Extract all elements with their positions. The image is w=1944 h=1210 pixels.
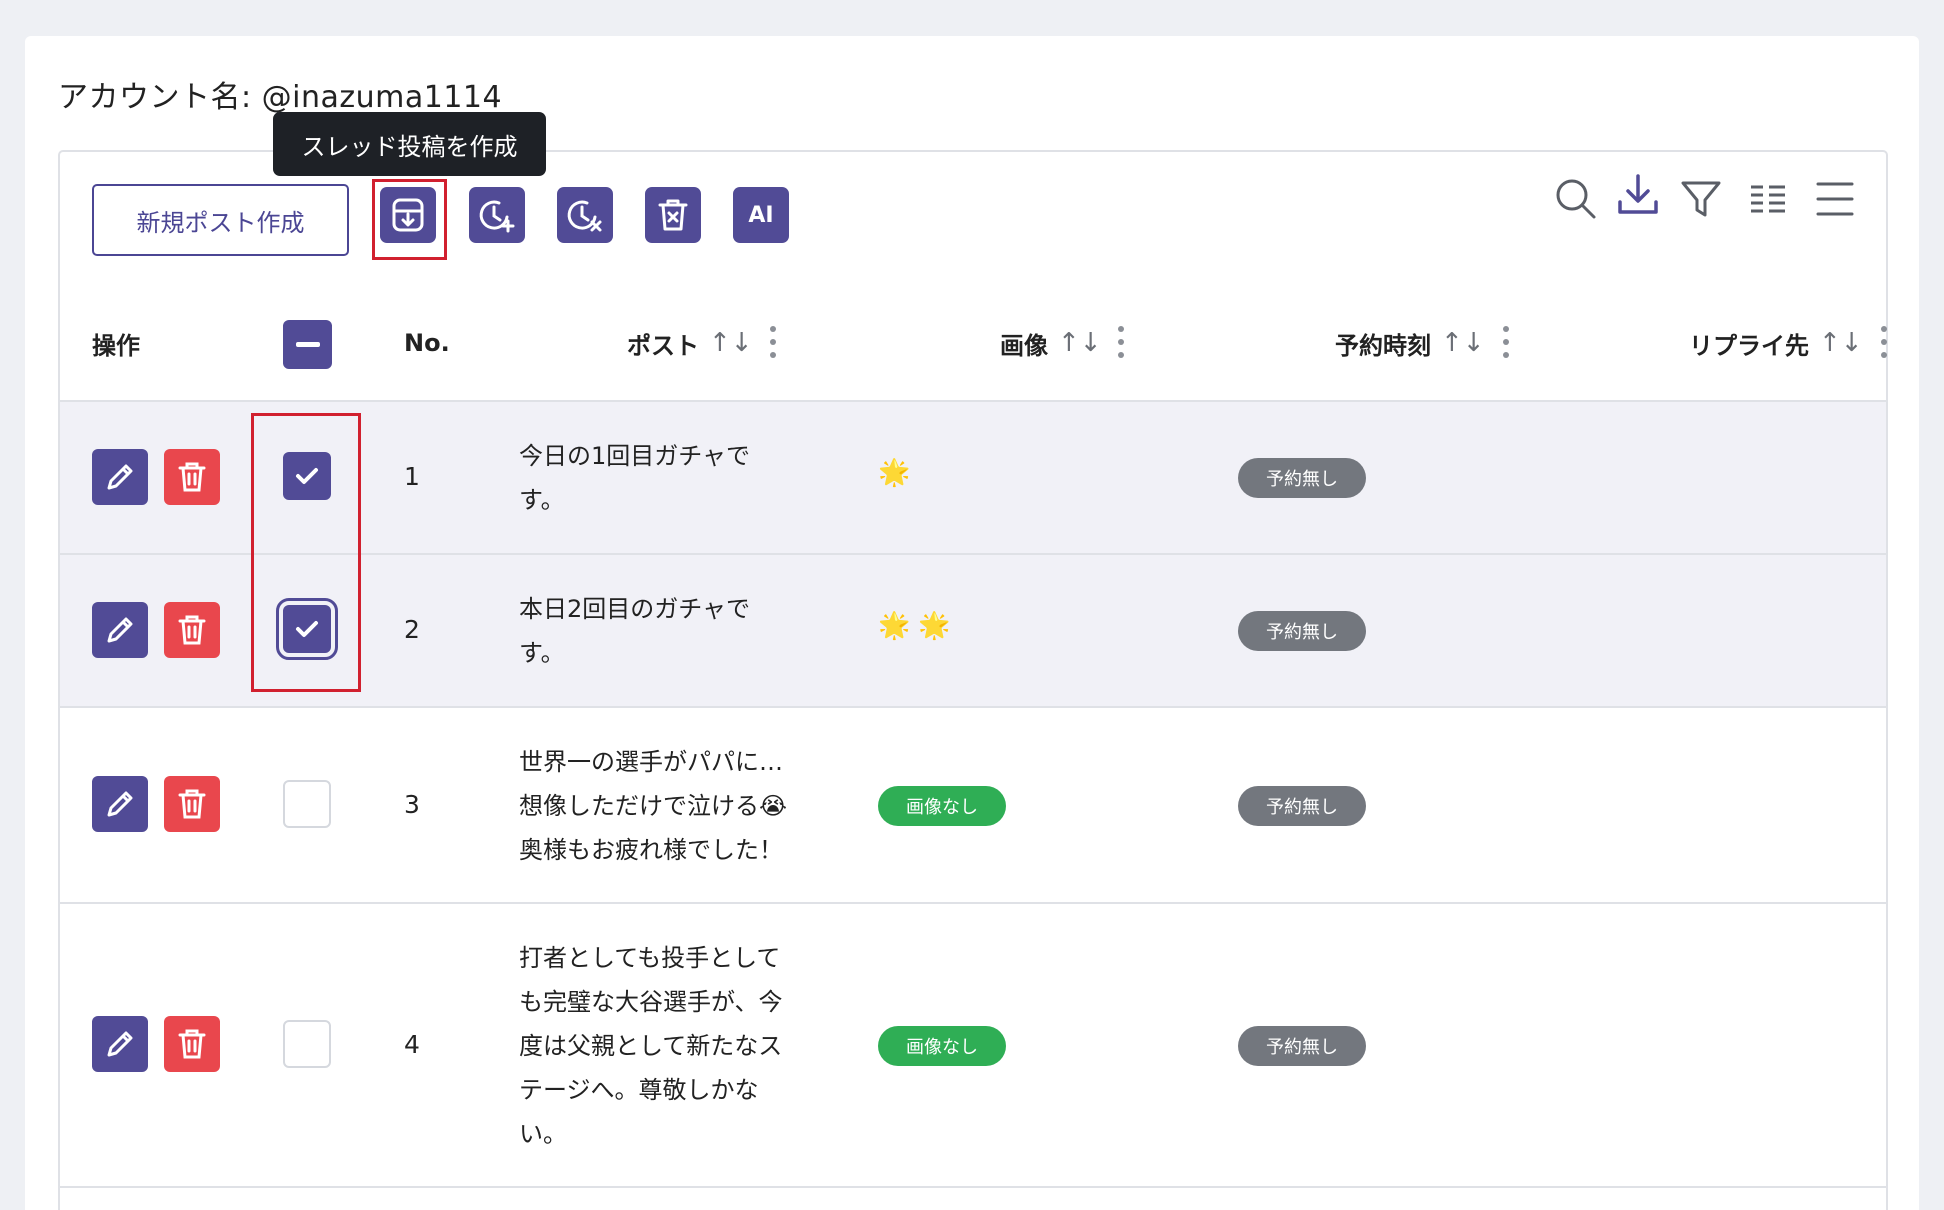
delete-button[interactable]: [164, 449, 220, 505]
trash-icon: [178, 615, 206, 645]
filter-icon[interactable]: [1678, 176, 1724, 222]
column-header-post-label: ポスト: [627, 331, 699, 360]
clock-x-icon: [567, 200, 602, 232]
download-icon[interactable]: [1615, 172, 1661, 218]
clock-plus-icon: [479, 200, 515, 233]
row-number: 4: [404, 1030, 420, 1059]
pencil-icon: [107, 617, 133, 643]
column-header-image[interactable]: 画像 ↑↓: [1000, 325, 1102, 361]
search-icon[interactable]: [1553, 176, 1599, 222]
row-number: 2: [404, 615, 420, 644]
row-checkbox[interactable]: [283, 780, 331, 828]
no-image-badge: 画像なし: [878, 1026, 1006, 1066]
highlight-box-checked-rows: [251, 413, 361, 692]
schedule-badge: 予約無し: [1238, 458, 1366, 498]
pencil-icon: [107, 1031, 133, 1057]
trash-icon: [178, 789, 206, 819]
column-menu-icon[interactable]: [1502, 326, 1510, 360]
minus-icon: [295, 342, 320, 347]
sort-icon[interactable]: ↑↓: [1441, 328, 1485, 358]
schedule-badge: 予約無し: [1238, 786, 1366, 826]
post-text: 本日2回目のガチャで す。: [519, 595, 751, 667]
select-all-checkbox[interactable]: [283, 320, 332, 369]
remove-schedule-button[interactable]: [557, 187, 613, 243]
column-header-reply-label: リプライ先: [1689, 331, 1809, 360]
column-header-schedule-label: 予約時刻: [1335, 331, 1431, 360]
column-header-reply[interactable]: リプライ先 ↑↓: [1689, 325, 1863, 361]
row-number: 3: [404, 790, 420, 819]
schedule-badge: 予約無し: [1238, 1026, 1366, 1066]
column-menu-icon[interactable]: [1880, 326, 1888, 360]
column-menu-icon[interactable]: [769, 326, 777, 360]
ai-button[interactable]: AI: [733, 187, 789, 243]
column-header-actions: 操作: [92, 331, 140, 360]
delete-button[interactable]: [164, 1016, 220, 1072]
sort-icon[interactable]: ↑↓: [709, 328, 753, 358]
row-checkbox[interactable]: [283, 1020, 331, 1068]
column-header-schedule[interactable]: 予約時刻 ↑↓: [1335, 325, 1485, 361]
pencil-icon: [107, 464, 133, 490]
sort-icon[interactable]: ↑↓: [1058, 328, 1102, 358]
column-header-image-label: 画像: [1000, 331, 1048, 360]
sort-icon[interactable]: ↑↓: [1819, 328, 1863, 358]
menu-icon[interactable]: [1812, 176, 1858, 222]
edit-button[interactable]: [92, 1016, 148, 1072]
edit-button[interactable]: [92, 776, 148, 832]
column-header-post[interactable]: ポスト ↑↓: [627, 325, 753, 361]
columns-icon[interactable]: [1745, 176, 1791, 222]
no-image-badge: 画像なし: [878, 786, 1006, 826]
column-header-no: No.: [404, 329, 450, 357]
bulk-delete-button[interactable]: [645, 187, 701, 243]
image-thumbnails[interactable]: 🌟: [878, 458, 918, 488]
delete-button[interactable]: [164, 776, 220, 832]
highlight-box-thread-button: [372, 179, 447, 260]
trash-x-icon: [658, 199, 688, 231]
column-menu-icon[interactable]: [1117, 326, 1125, 360]
account-name: アカウント名: @inazuma1114: [58, 80, 503, 115]
delete-button[interactable]: [164, 602, 220, 658]
edit-button[interactable]: [92, 602, 148, 658]
edit-button[interactable]: [92, 449, 148, 505]
new-post-button[interactable]: 新規ポスト作成: [92, 184, 349, 256]
add-schedule-button[interactable]: [469, 187, 525, 243]
pencil-icon: [107, 791, 133, 817]
post-text: 打者としても投手として も完璧な大谷選手が、今 度は父親として新たなス テージへ…: [519, 944, 783, 1148]
table-row: [60, 1186, 1886, 1210]
image-thumbnails[interactable]: 🌟🌟: [878, 611, 959, 641]
row-number: 1: [404, 462, 420, 491]
trash-icon: [178, 462, 206, 492]
schedule-badge: 予約無し: [1238, 611, 1366, 651]
tooltip: スレッド投稿を作成: [273, 112, 546, 176]
post-text: 世界一の選手がパパに… 想像しただけで泣ける😭 奥様もお疲れ様でした！: [519, 748, 788, 864]
trash-icon: [178, 1029, 206, 1059]
post-text: 今日の1回目ガチャで す。: [519, 442, 751, 514]
